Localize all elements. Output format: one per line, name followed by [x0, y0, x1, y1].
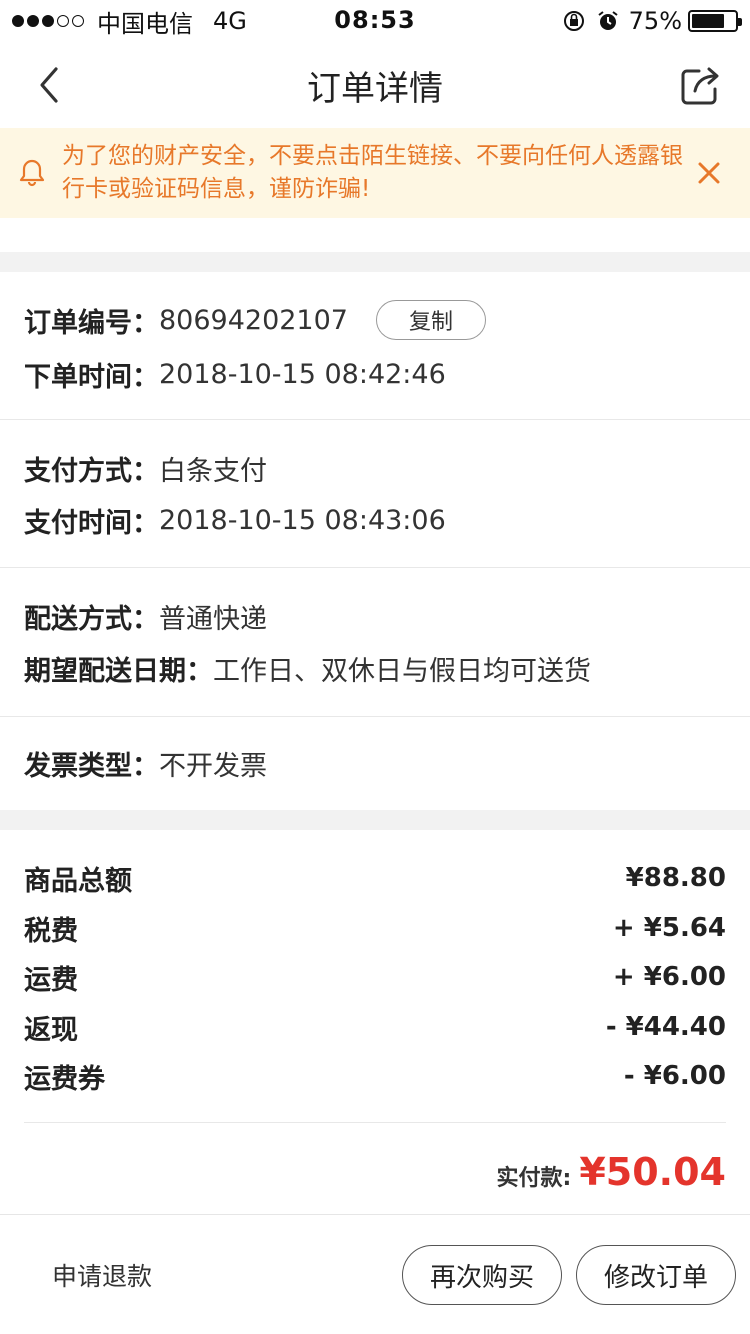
copy-button[interactable]: 复制 — [375, 300, 486, 340]
payment-section: 支付方式： 白条支付 支付时间： 2018-10-15 08:43:06 — [0, 420, 750, 566]
invoice-type-label: 发票类型： — [24, 750, 159, 782]
status-bar: 中国电信 4G 08:53 75% — [0, 0, 750, 42]
order-info-section: 订单编号： 80694202107 复制 下单时间： 2018-10-15 08… — [0, 272, 750, 418]
order-number-value: 80694202107 — [159, 304, 348, 336]
price-label: 返现 — [24, 1014, 78, 1046]
invoice-type-value: 不开发票 — [159, 750, 267, 782]
chevron-left-icon — [40, 67, 58, 103]
paid-amount-value: ¥50.04 — [579, 1150, 726, 1194]
paid-amount-label: 实付款: — [496, 1166, 572, 1191]
payment-time-value: 2018-10-15 08:43:06 — [159, 504, 446, 536]
payment-time-label: 支付时间： — [24, 507, 159, 539]
price-value: - ¥6.00 — [623, 1061, 726, 1091]
delivery-date-value: 工作日、双休日与假日均可送货 — [213, 655, 591, 687]
delivery-method-value: 普通快递 — [159, 603, 267, 635]
invoice-type-row: 发票类型： 不开发票 — [24, 743, 267, 783]
back-button[interactable] — [24, 60, 74, 110]
section-separator — [0, 252, 750, 272]
battery-level-fill — [692, 14, 724, 28]
scrolled-content-strip — [0, 218, 750, 252]
payment-time-row: 支付时间： 2018-10-15 08:43:06 — [24, 500, 446, 540]
price-row-cashback: 返现 - ¥44.40 — [24, 1007, 726, 1047]
battery-percent: 75% — [628, 7, 682, 35]
payment-method-row: 支付方式： 白条支付 — [24, 448, 267, 488]
modify-order-button[interactable]: 修改订单 — [576, 1245, 736, 1305]
order-time-value: 2018-10-15 08:42:46 — [159, 358, 446, 390]
payment-method-value: 白条支付 — [159, 455, 267, 487]
delivery-date-label: 期望配送日期： — [24, 655, 213, 687]
price-label: 税费 — [24, 915, 78, 947]
order-time-row: 下单时间： 2018-10-15 08:42:46 — [24, 354, 446, 394]
delivery-date-row: 期望配送日期： 工作日、双休日与假日均可送货 — [24, 648, 591, 688]
delivery-section: 配送方式： 普通快递 期望配送日期： 工作日、双休日与假日均可送货 — [0, 568, 750, 716]
price-row-shipping-coupon: 运费券 - ¥6.00 — [24, 1056, 726, 1096]
page-title: 订单详情 — [307, 68, 443, 109]
rebuy-button[interactable]: 再次购买 — [402, 1245, 562, 1305]
price-row-subtotal: 商品总额 ¥88.80 — [24, 858, 726, 898]
alarm-icon — [595, 8, 621, 34]
share-button[interactable] — [676, 60, 726, 110]
price-value: - ¥44.40 — [605, 1012, 726, 1042]
battery-icon — [688, 10, 742, 32]
delivery-method-label: 配送方式： — [24, 603, 159, 635]
rotation-lock-icon — [561, 8, 587, 34]
price-label: 商品总额 — [24, 865, 132, 897]
payment-method-label: 支付方式： — [24, 455, 159, 487]
close-icon — [698, 162, 720, 184]
navigation-bar: 订单详情 — [0, 42, 750, 128]
share-icon — [681, 67, 719, 105]
invoice-section: 发票类型： 不开发票 — [0, 717, 750, 810]
request-refund-link[interactable]: 申请退款 — [52, 1257, 152, 1293]
section-separator — [0, 810, 750, 830]
price-value: + ¥5.64 — [612, 913, 726, 943]
delivery-method-row: 配送方式： 普通快递 — [24, 596, 267, 636]
price-label: 运费 — [24, 964, 78, 996]
bottom-action-bar: 申请退款 再次购买 修改订单 — [0, 1214, 750, 1334]
paid-amount-row: 实付款: ¥50.04 — [497, 1150, 726, 1194]
status-right: 75% — [561, 6, 742, 36]
price-value: + ¥6.00 — [612, 962, 726, 992]
close-warning-button[interactable] — [692, 156, 726, 190]
order-number-row: 订单编号： 80694202107 复制 — [24, 300, 486, 340]
warning-text: 为了您的财产安全，不要点击陌生链接、不要向任何人透露银行卡或验证码信息，谨防诈骗… — [62, 143, 683, 202]
order-detail-page: 中国电信 4G 08:53 75% 订单详情 为了您的财产安全，不要点击陌生链接… — [0, 0, 750, 1334]
fraud-warning-banner: 为了您的财产安全，不要点击陌生链接、不要向任何人透露银行卡或验证码信息，谨防诈骗… — [0, 128, 750, 218]
price-row-tax: 税费 + ¥5.64 — [24, 908, 726, 948]
price-row-shipping: 运费 + ¥6.00 — [24, 957, 726, 997]
order-time-label: 下单时间： — [24, 361, 159, 393]
price-label: 运费券 — [24, 1063, 105, 1095]
price-value: ¥88.80 — [625, 863, 726, 893]
order-number-label: 订单编号： — [24, 307, 159, 339]
bell-icon — [19, 159, 45, 187]
divider — [24, 1122, 726, 1123]
